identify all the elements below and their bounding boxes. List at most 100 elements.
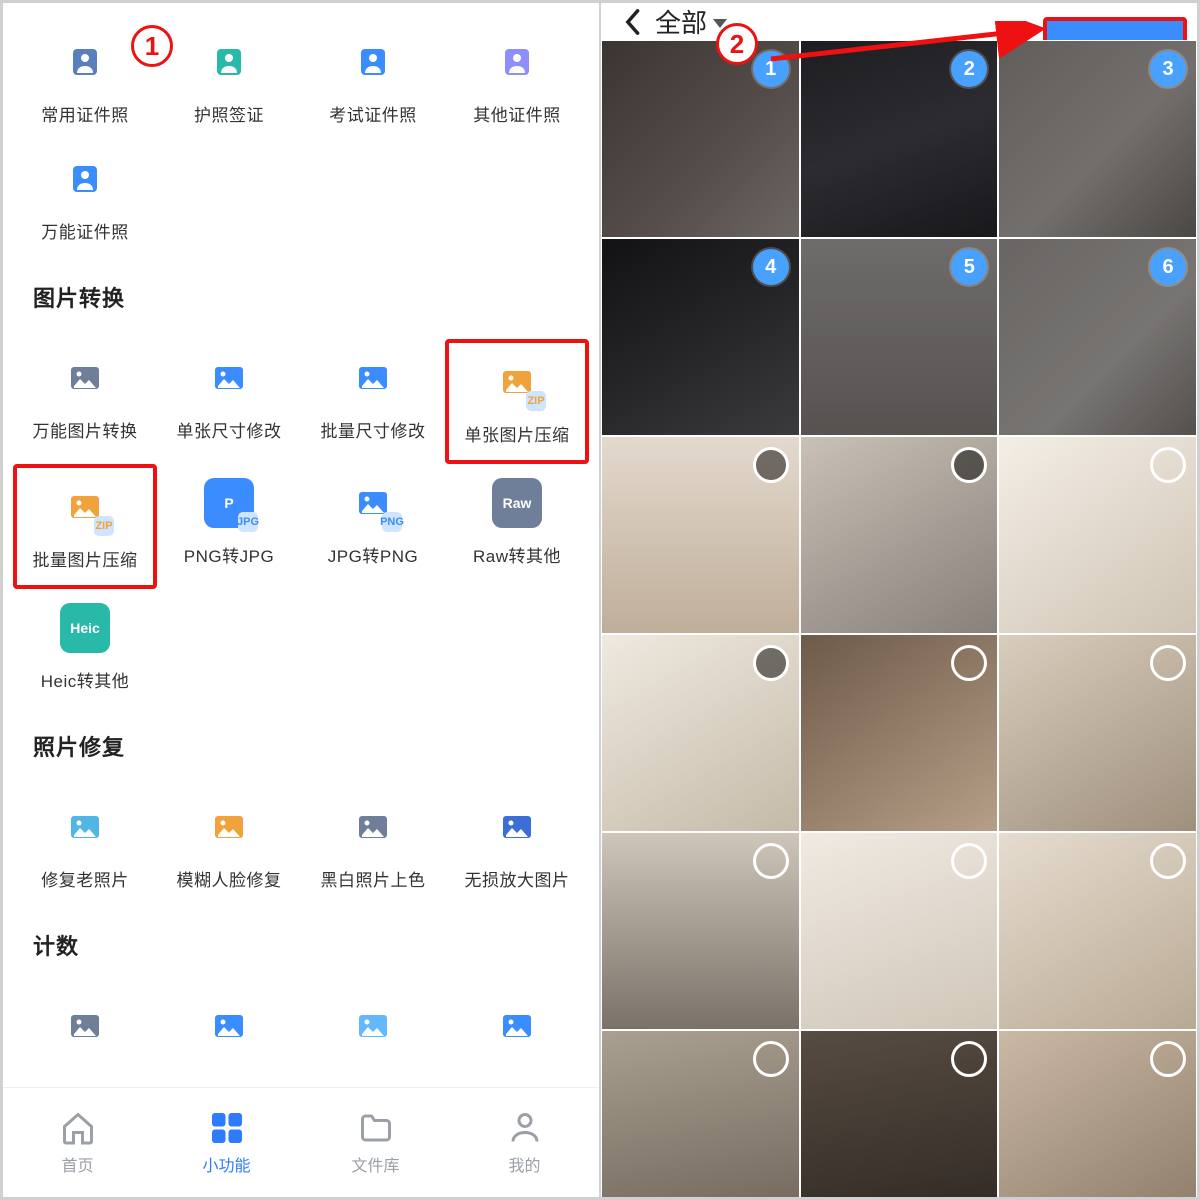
feature-icon xyxy=(204,802,254,852)
feature-pic[interactable] xyxy=(13,987,157,1079)
feature-模糊人脸修复[interactable]: 模糊人脸修复 xyxy=(157,788,301,905)
selection-number: 2 xyxy=(951,51,987,87)
feature-无损放大图片[interactable]: 无损放大图片 xyxy=(445,788,589,905)
feature-icon xyxy=(204,1001,254,1051)
feature-label: 无损放大图片 xyxy=(465,866,570,891)
selection-ring xyxy=(951,843,987,879)
tab-label: 首页 xyxy=(61,1152,93,1176)
feature-icon: Heic xyxy=(60,603,110,653)
sub-badge: ZIP xyxy=(526,391,546,411)
feature-单张尺寸修改[interactable]: 单张尺寸修改 xyxy=(157,339,301,464)
feature-icon xyxy=(348,353,398,403)
section-title-count: 计数 xyxy=(3,905,599,967)
feature-批量尺寸修改[interactable]: 批量尺寸修改 xyxy=(301,339,445,464)
selection-number: 1 xyxy=(753,51,789,87)
feature-pic[interactable] xyxy=(301,987,445,1079)
feature-icon: ZIP xyxy=(60,482,110,532)
feature-pic[interactable] xyxy=(157,987,301,1079)
tab-tools[interactable]: 小功能 xyxy=(152,1088,301,1197)
feature-icon xyxy=(60,353,110,403)
feature-icon: ZIP xyxy=(492,357,542,407)
feature-其他证件照[interactable]: 其他证件照 xyxy=(445,23,589,140)
feature-icon xyxy=(492,802,542,852)
feature-label: PNG转JPG xyxy=(184,542,274,567)
step-1-badge: 1 xyxy=(131,25,173,67)
feature-护照签证[interactable]: 护照签证 xyxy=(157,23,301,140)
photo-thumb[interactable]: 5 xyxy=(800,238,999,436)
feature-icon xyxy=(60,154,110,204)
selection-ring xyxy=(951,447,987,483)
feature-万能证件照[interactable]: 万能证件照 xyxy=(13,140,157,257)
feature-label: 护照签证 xyxy=(194,101,264,126)
feature-考试证件照[interactable]: 考试证件照 xyxy=(301,23,445,140)
feature-黑白照片上色[interactable]: 黑白照片上色 xyxy=(301,788,445,905)
selection-number: 4 xyxy=(753,249,789,285)
grid-icon xyxy=(209,1110,245,1146)
feature-label: Raw转其他 xyxy=(473,542,561,567)
photo-thumb[interactable] xyxy=(601,1030,800,1200)
picker-screen: 2 全部 导入6/9 123456 xyxy=(600,0,1200,1200)
tab-label: 我的 xyxy=(508,1152,540,1176)
home-icon xyxy=(60,1110,96,1146)
photo-thumb[interactable] xyxy=(601,634,800,832)
photo-thumb[interactable] xyxy=(800,634,999,832)
feature-icon xyxy=(492,1001,542,1051)
photo-thumb[interactable]: 6 xyxy=(998,238,1197,436)
folder-icon xyxy=(358,1110,394,1146)
tab-files[interactable]: 文件库 xyxy=(301,1088,450,1197)
feature-icon: PNG xyxy=(348,478,398,528)
photo-thumb[interactable]: 4 xyxy=(601,238,800,436)
feature-Raw转其他[interactable]: RawRaw转其他 xyxy=(445,464,589,589)
feature-icon: PJPG xyxy=(204,478,254,528)
photo-thumb[interactable] xyxy=(800,832,999,1030)
tab-home[interactable]: 首页 xyxy=(3,1088,152,1197)
sub-badge: ZIP xyxy=(94,516,114,536)
feature-label: 常用证件照 xyxy=(41,101,129,126)
album-dropdown[interactable]: 全部 xyxy=(655,3,727,40)
photo-thumb[interactable] xyxy=(998,832,1197,1030)
photo-thumb[interactable]: 3 xyxy=(998,40,1197,238)
feature-修复老照片[interactable]: 修复老照片 xyxy=(13,788,157,905)
selection-ring xyxy=(1150,1041,1186,1077)
selection-ring xyxy=(1150,843,1186,879)
section-title-convert: 图片转换 xyxy=(3,257,599,319)
photo-thumb[interactable] xyxy=(998,1030,1197,1200)
tab-profile[interactable]: 我的 xyxy=(450,1088,599,1197)
feature-label: 万能图片转换 xyxy=(33,417,138,442)
feature-label: 考试证件照 xyxy=(329,101,417,126)
selection-ring xyxy=(753,447,789,483)
feature-icon xyxy=(348,1001,398,1051)
feature-label: 单张尺寸修改 xyxy=(177,417,282,442)
feature-万能图片转换[interactable]: 万能图片转换 xyxy=(13,339,157,464)
photo-thumb[interactable] xyxy=(800,436,999,634)
album-name: 全部 xyxy=(655,3,707,40)
selection-ring xyxy=(951,1041,987,1077)
idphoto-grid: 常用证件照 护照签证 考试证件照 其他证件照万能证件照 xyxy=(3,3,599,257)
feature-pic[interactable] xyxy=(445,987,589,1079)
tab-label: 小功能 xyxy=(202,1152,250,1176)
photo-thumb[interactable] xyxy=(800,1030,999,1200)
feature-icon xyxy=(204,37,254,87)
feature-icon xyxy=(204,353,254,403)
photo-thumb[interactable] xyxy=(998,436,1197,634)
feature-PNG转JPG[interactable]: PJPG PNG转JPG xyxy=(157,464,301,589)
selection-ring xyxy=(753,843,789,879)
feature-单张图片压缩[interactable]: ZIP单张图片压缩 xyxy=(445,339,589,464)
sub-badge: PNG xyxy=(382,512,402,532)
feature-批量图片压缩[interactable]: ZIP批量图片压缩 xyxy=(13,464,157,589)
selection-ring xyxy=(753,645,789,681)
selection-ring xyxy=(1150,447,1186,483)
photo-thumb[interactable] xyxy=(601,832,800,1030)
feature-label: 批量尺寸修改 xyxy=(321,417,426,442)
photo-thumb[interactable]: 2 xyxy=(800,40,999,238)
sub-badge: JPG xyxy=(238,512,258,532)
repair-grid: 修复老照片模糊人脸修复黑白照片上色无损放大图片 xyxy=(3,768,599,905)
tab-label: 文件库 xyxy=(351,1152,399,1176)
section-title-repair: 照片修复 xyxy=(3,706,599,768)
photo-thumb[interactable] xyxy=(998,634,1197,832)
back-button[interactable] xyxy=(615,5,649,39)
feature-JPG转PNG[interactable]: PNGJPG转PNG xyxy=(301,464,445,589)
photo-thumb[interactable] xyxy=(601,436,800,634)
feature-Heic转其他[interactable]: HeicHeic转其他 xyxy=(13,589,157,706)
photo-thumb[interactable]: 1 xyxy=(601,40,800,238)
